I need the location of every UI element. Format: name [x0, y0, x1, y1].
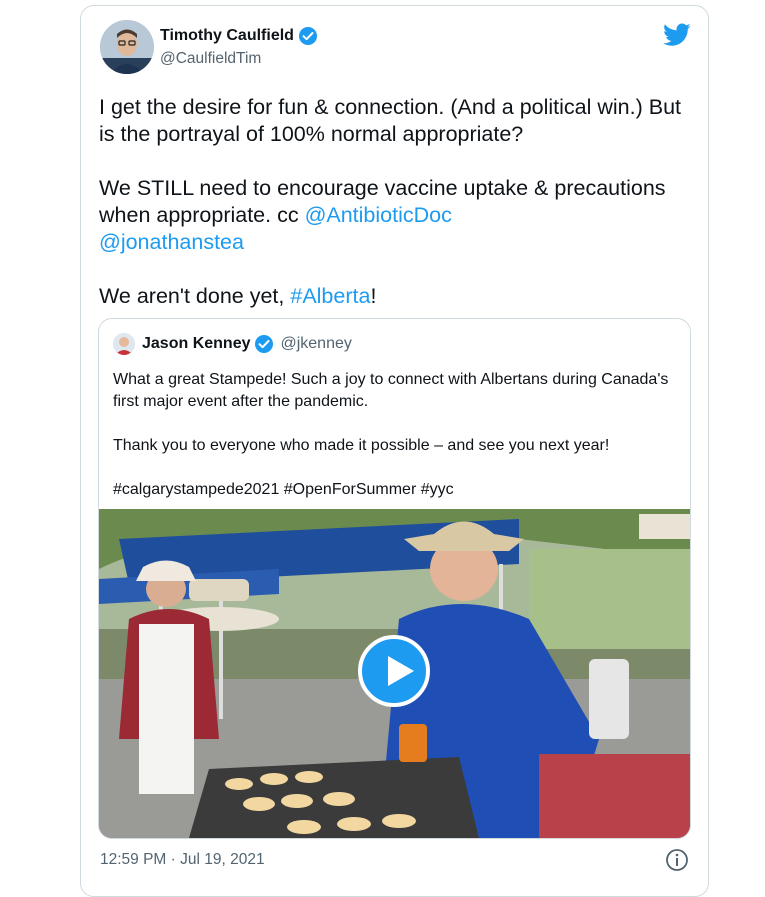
tweet-paragraph-3-end: !: [370, 284, 377, 308]
twitter-bird-icon[interactable]: [663, 23, 691, 47]
quoted-tweet-header: Jason Kenney @jkenney: [113, 333, 352, 355]
hashtag-link-alberta[interactable]: #Alberta: [290, 284, 370, 308]
author-handle[interactable]: @CaulfieldTim: [160, 50, 318, 68]
quoted-author-handle: @jkenney: [280, 335, 352, 352]
quoted-paragraph-2: Thank you to everyone who made it possib…: [113, 437, 610, 454]
video-thumbnail[interactable]: [99, 509, 690, 838]
tweet-paragraph-2: We STILL need to encourage vaccine uptak…: [99, 175, 699, 256]
verified-badge-icon: [254, 334, 274, 354]
quoted-tweet[interactable]: Jason Kenney @jkenney What a great Stamp…: [98, 318, 691, 839]
author-block: Timothy Caulfield @CaulfieldTim: [160, 26, 318, 68]
tweet-timestamp[interactable]: 12:59 PM · Jul 19, 2021: [100, 851, 265, 869]
mention-link-antibioticdoc[interactable]: @AntibioticDoc: [305, 203, 452, 227]
author-name-row[interactable]: Timothy Caulfield: [160, 26, 318, 46]
quoted-author-name: Jason Kenney: [142, 335, 251, 352]
verified-badge-icon: [298, 26, 318, 46]
play-icon[interactable]: [358, 635, 430, 707]
info-icon[interactable]: [665, 848, 689, 872]
tweet-body: I get the desire for fun & connection. (…: [99, 94, 699, 337]
author-avatar[interactable]: [100, 20, 154, 74]
mention-link-jonathanstea[interactable]: @jonathanstea: [99, 230, 244, 254]
tweet-paragraph-3: We aren't done yet, #Alberta!: [99, 283, 699, 310]
quoted-paragraph-3: #calgarystampede2021 #OpenForSummer #yyc: [113, 481, 454, 498]
quoted-author-avatar: [113, 333, 135, 355]
quoted-tweet-body: What a great Stampede! Such a joy to con…: [113, 369, 678, 523]
tweet-card: Timothy Caulfield @CaulfieldTim I get th…: [80, 5, 709, 897]
tweet-paragraph-3-text: We aren't done yet,: [99, 284, 291, 308]
author-name[interactable]: Timothy Caulfield: [160, 27, 294, 45]
tweet-paragraph-1: I get the desire for fun & connection. (…: [99, 95, 682, 146]
quoted-paragraph-1: What a great Stampede! Such a joy to con…: [113, 371, 669, 410]
